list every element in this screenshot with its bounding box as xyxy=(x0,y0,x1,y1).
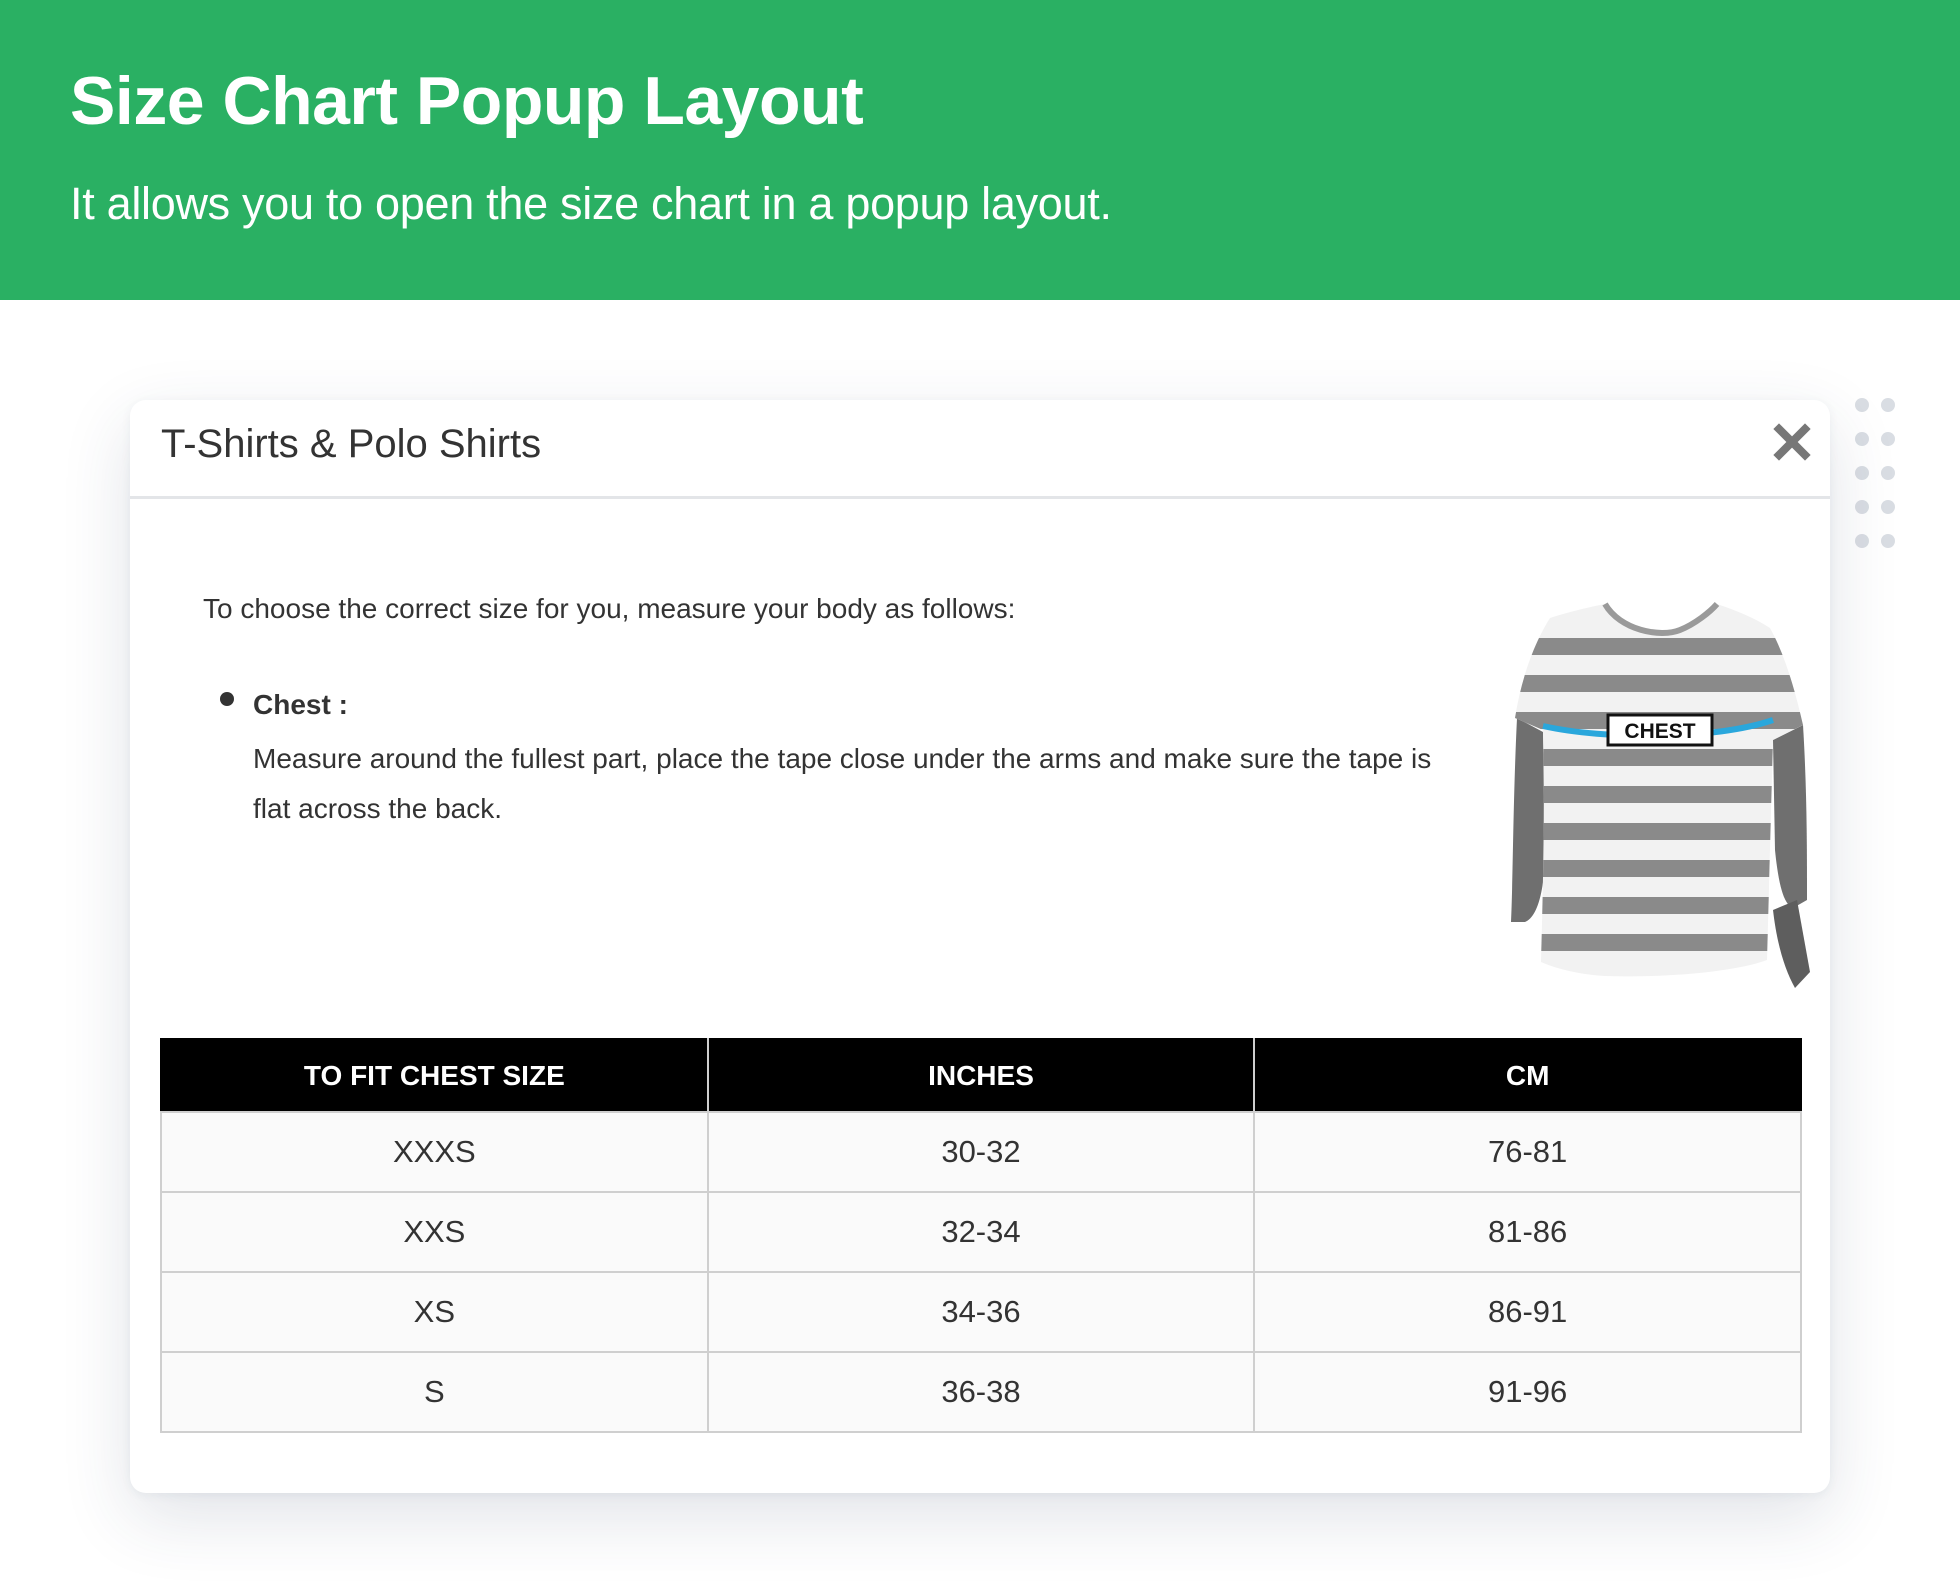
cm-cell: 76-81 xyxy=(1253,1111,1802,1193)
chest-tag-label: CHEST xyxy=(1624,720,1695,743)
measure-intro: To choose the correct size for you, meas… xyxy=(203,593,1016,624)
size-chart-table: TO FIT CHEST SIZE INCHES CM XXXS 30-32 7… xyxy=(160,1038,1802,1433)
page-title: Size Chart Popup Layout xyxy=(70,63,864,139)
column-header-cm: CM xyxy=(1253,1038,1802,1113)
size-chart-popup: T-Shirts & Polo Shirts To choose the cor… xyxy=(130,400,1830,1493)
inches-cell: 30-32 xyxy=(706,1111,1256,1193)
table-row: XXS 32-34 81-86 xyxy=(160,1191,1802,1273)
cm-cell: 86-91 xyxy=(1253,1271,1802,1353)
table-row: XXXS 30-32 76-81 xyxy=(160,1111,1802,1193)
popup-header: T-Shirts & Polo Shirts xyxy=(130,400,1830,499)
inches-cell: 32-34 xyxy=(706,1191,1256,1273)
column-header-inches: INCHES xyxy=(706,1038,1256,1113)
size-cell: XXXS xyxy=(160,1111,709,1193)
page-subtitle: It allows you to open the size chart in … xyxy=(70,178,1112,229)
column-header-chest-size: TO FIT CHEST SIZE xyxy=(160,1038,709,1113)
table-row: S 36-38 91-96 xyxy=(160,1351,1802,1433)
inches-cell: 36-38 xyxy=(706,1351,1256,1433)
close-icon xyxy=(1773,423,1811,461)
close-button[interactable] xyxy=(1770,420,1814,464)
cm-cell: 91-96 xyxy=(1253,1351,1802,1433)
decorative-dot-grid xyxy=(1855,398,1905,558)
cm-cell: 81-86 xyxy=(1253,1191,1802,1273)
size-cell: XXS xyxy=(160,1191,709,1273)
bullet-icon xyxy=(220,692,234,706)
tshirt-measurement-image: CHEST xyxy=(1455,600,1895,1000)
popup-title: T-Shirts & Polo Shirts xyxy=(161,422,542,466)
inches-cell: 34-36 xyxy=(706,1271,1256,1353)
chest-label: Chest : xyxy=(253,689,348,720)
header-banner: Size Chart Popup Layout It allows you to… xyxy=(0,0,1960,300)
table-header-row: TO FIT CHEST SIZE INCHES CM xyxy=(160,1038,1802,1113)
chest-description: Measure around the fullest part, place t… xyxy=(253,743,1432,824)
size-cell: S xyxy=(160,1351,709,1433)
table-row: XS 34-36 86-91 xyxy=(160,1271,1802,1353)
size-cell: XS xyxy=(160,1271,709,1353)
